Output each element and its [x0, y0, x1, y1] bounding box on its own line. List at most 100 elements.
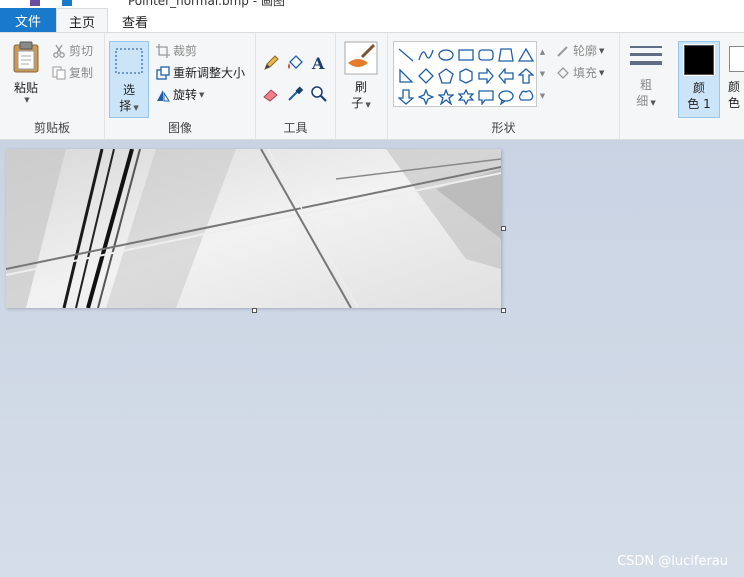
size-label-bottom: 细 ▼: [636, 94, 656, 108]
resize-label: 重新调整大小: [173, 66, 246, 80]
rect-select-icon: [115, 48, 143, 74]
color1-label-top: 颜: [692, 81, 705, 95]
svg-text:A: A: [311, 54, 325, 72]
tab-home[interactable]: 主页: [56, 8, 108, 34]
select-button[interactable]: 选 择 ▼: [109, 41, 149, 118]
curve-shape-icon[interactable]: [416, 44, 436, 65]
line-width-icon: [630, 46, 662, 65]
chevron-down-icon: ▼: [199, 90, 205, 99]
fill-icon: [557, 66, 569, 79]
undo-icon[interactable]: [62, 0, 72, 6]
chevron-down-icon: ▼: [599, 46, 605, 55]
shapes-group: ▲ ▼ ▼ 轮廓 ▼ 填充 ▼ 形状: [388, 33, 620, 139]
chevron-down-icon: ▼: [599, 68, 605, 77]
line-shape-icon[interactable]: [396, 44, 416, 65]
copy-button[interactable]: 复制: [52, 64, 93, 81]
rectangle-shape-icon[interactable]: [456, 44, 476, 65]
fill-bucket-icon[interactable]: [286, 54, 304, 72]
color2-button[interactable]: 颜 色: [724, 41, 744, 118]
color1-label-bottom: 色 1: [687, 97, 711, 111]
triangle-shape-icon[interactable]: [516, 44, 536, 65]
hexagon-shape-icon[interactable]: [456, 65, 476, 86]
rotate-label: 旋转: [173, 88, 198, 102]
size-button[interactable]: 粗 细 ▼: [628, 41, 664, 111]
five-point-star-shape-icon[interactable]: [436, 86, 456, 107]
cloud-callout-shape-icon[interactable]: [516, 86, 536, 107]
eraser-icon[interactable]: [262, 85, 280, 103]
six-point-star-shape-icon[interactable]: [456, 86, 476, 107]
shapes-group-label: 形状: [491, 121, 516, 135]
size-label-top: 粗: [639, 78, 652, 92]
window-title: Pointer_normal.bmp - 画图: [128, 0, 285, 8]
resize-handle-corner[interactable]: [501, 308, 506, 313]
resize-button[interactable]: 重新调整大小: [156, 64, 245, 81]
color1-button[interactable]: 颜 色 1: [678, 41, 720, 118]
oval-callout-shape-icon[interactable]: [496, 86, 516, 107]
pencil-icon[interactable]: [262, 54, 280, 72]
outline-label: 轮廓: [573, 44, 598, 58]
tab-file[interactable]: 文件: [0, 8, 56, 32]
fill-button[interactable]: 填充 ▼: [556, 64, 604, 81]
outline-button[interactable]: 轮廓 ▼: [556, 42, 604, 59]
ribbon: 粘贴 ▼ 剪切 复制 剪贴板 选 择 ▼ 裁剪 重新调整大小 旋转 ▼ 图像 A…: [0, 32, 744, 140]
gallery-expand-icon[interactable]: ▼: [537, 85, 548, 106]
save-icon[interactable]: [30, 0, 40, 6]
rounded-rect-shape-icon[interactable]: [476, 44, 496, 65]
color2-label-bottom: 色: [728, 96, 741, 110]
four-point-star-shape-icon[interactable]: [416, 86, 436, 107]
select-label-bottom: 择 ▼: [119, 99, 139, 113]
down-arrow-shape-icon[interactable]: [396, 86, 416, 107]
up-arrow-shape-icon[interactable]: [516, 65, 536, 86]
right-arrow-shape-icon[interactable]: [476, 65, 496, 86]
rotate-button[interactable]: 旋转 ▼: [156, 86, 204, 103]
right-triangle-shape-icon[interactable]: [396, 65, 416, 86]
polygon-shape-icon[interactable]: [496, 44, 516, 65]
left-arrow-shape-icon[interactable]: [496, 65, 516, 86]
color1-swatch: [683, 44, 715, 76]
image-group: 选 择 ▼ 裁剪 重新调整大小 旋转 ▼ 图像: [105, 33, 256, 139]
tab-view[interactable]: 查看: [110, 8, 160, 34]
crop-icon: [156, 43, 170, 58]
cut-label: 剪切: [69, 44, 94, 58]
crop-button[interactable]: 裁剪: [156, 42, 197, 59]
brushes-button[interactable]: 刷 子 ▼: [342, 41, 380, 113]
pentagon-shape-icon[interactable]: [436, 65, 456, 86]
resize-icon: [156, 65, 170, 80]
clipboard-group: 粘贴 ▼ 剪切 复制 剪贴板: [0, 33, 105, 139]
color2-swatch: [729, 46, 744, 72]
oval-shape-icon[interactable]: [436, 44, 456, 65]
resize-handle-bottom[interactable]: [252, 308, 257, 313]
scissors-icon: [53, 44, 65, 58]
workspace[interactable]: [0, 140, 744, 577]
crop-label: 裁剪: [173, 44, 198, 58]
cut-button[interactable]: 剪切: [52, 42, 93, 59]
rotate-icon: [157, 89, 170, 101]
copy-label: 复制: [69, 66, 94, 80]
brushes-group: 刷 子 ▼: [336, 33, 388, 139]
rect-callout-shape-icon[interactable]: [476, 86, 496, 107]
watermark: CSDN @luciferau: [617, 554, 728, 569]
outline-icon: [557, 45, 568, 57]
paste-button[interactable]: 粘贴 ▼: [8, 41, 44, 104]
magnifier-icon[interactable]: [310, 85, 328, 103]
drawing-canvas[interactable]: [6, 149, 501, 308]
text-icon[interactable]: A: [310, 54, 328, 72]
brushes-label-bottom: 子 ▼: [351, 96, 371, 110]
ribbon-tab-bar: 文件 主页 查看: [0, 8, 744, 34]
fill-label: 填充: [573, 66, 598, 80]
diamond-shape-icon[interactable]: [416, 65, 436, 86]
resize-handle-right[interactable]: [501, 226, 506, 231]
chevron-down-icon: ▼: [24, 96, 30, 104]
title-bar: Pointer_normal.bmp - 画图: [0, 0, 744, 8]
gallery-down-icon[interactable]: ▼: [537, 63, 548, 84]
image-group-label: 图像: [167, 121, 192, 135]
shapes-gallery-scrollbar[interactable]: ▲ ▼ ▼: [537, 41, 548, 107]
select-label-top: 选: [122, 83, 135, 97]
size-group: 粗 细 ▼: [620, 33, 672, 139]
canvas-image: [6, 149, 501, 308]
shapes-gallery[interactable]: [393, 41, 537, 107]
color-picker-icon[interactable]: [286, 85, 304, 103]
tools-group: A 工具: [256, 33, 336, 139]
gallery-up-icon[interactable]: ▲: [537, 41, 548, 62]
brushes-label-top: 刷: [354, 80, 367, 94]
